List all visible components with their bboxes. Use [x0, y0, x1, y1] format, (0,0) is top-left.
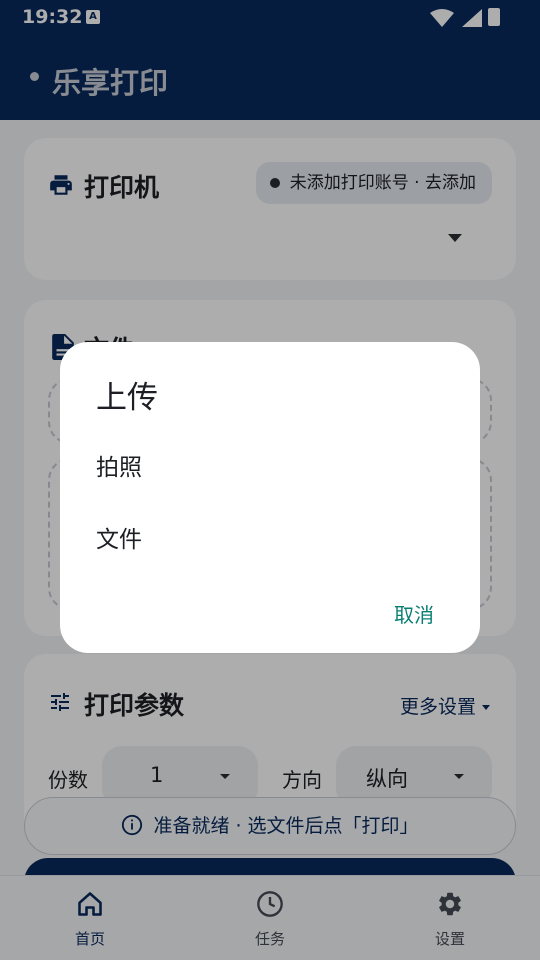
- dialog-title: 上传: [96, 380, 158, 416]
- dialog-option-file[interactable]: 文件: [96, 520, 142, 554]
- dialog-cancel-button[interactable]: 取消: [394, 599, 434, 628]
- upload-dialog: 上传 拍照 文件 取消: [60, 342, 480, 653]
- dialog-option-camera[interactable]: 拍照: [96, 448, 142, 482]
